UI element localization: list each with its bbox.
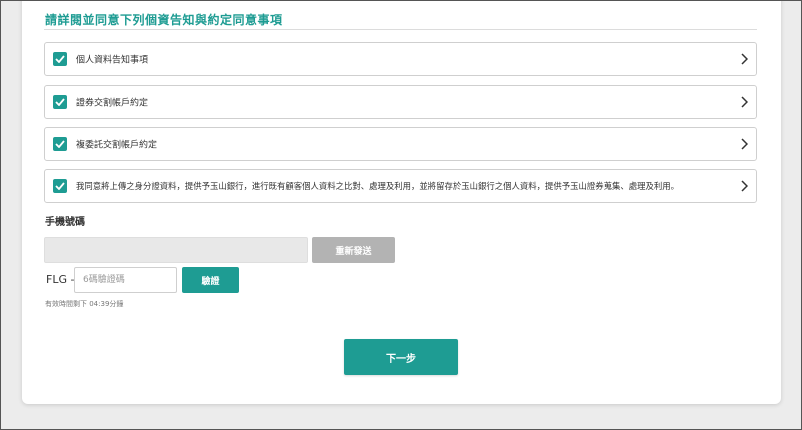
chevron-right-icon	[741, 138, 748, 150]
agreement-label: 我同意將上傳之身分證資料，提供予玉山銀行，進行既有顧客個人資料之比對、處理及利用…	[76, 181, 679, 191]
agreement-card: 請詳閱並同意下列個資告知與約定同意事項 個人資料告知事項 證券交割帳戶約定 複委…	[22, 0, 781, 404]
section-title: 請詳閱並同意下列個資告知與約定同意事項	[45, 13, 283, 27]
next-button[interactable]: 下一步	[344, 339, 458, 375]
checkbox-checked-icon[interactable]	[53, 137, 67, 151]
section-divider	[44, 29, 757, 30]
otp-countdown: 有效時間剩下 04:39分鐘	[45, 300, 124, 308]
resend-button[interactable]: 重新發送	[312, 237, 395, 263]
agreement-item-sub-brokerage-account[interactable]: 複委託交割帳戶約定	[44, 127, 757, 161]
agreement-label: 個人資料告知事項	[76, 55, 149, 66]
chevron-right-icon	[741, 53, 748, 65]
otp-input[interactable]	[74, 267, 177, 293]
chevron-right-icon	[741, 180, 748, 192]
phone-input[interactable]	[44, 237, 308, 263]
phone-label: 手機號碼	[45, 217, 85, 228]
verify-button[interactable]: 驗證	[182, 267, 239, 293]
checkbox-checked-icon[interactable]	[53, 52, 67, 66]
checkbox-checked-icon[interactable]	[53, 95, 67, 109]
agreement-item-personal-data[interactable]: 個人資料告知事項	[44, 42, 757, 76]
chevron-right-icon	[741, 96, 748, 108]
agreement-item-data-sharing-consent[interactable]: 我同意將上傳之身分證資料，提供予玉山銀行，進行既有顧客個人資料之比對、處理及利用…	[44, 169, 757, 203]
otp-prefix: FLG -	[46, 273, 75, 286]
checkbox-checked-icon[interactable]	[53, 179, 67, 193]
agreement-label: 複委託交割帳戶約定	[76, 140, 158, 151]
agreement-label: 證券交割帳戶約定	[76, 98, 149, 109]
agreement-item-settlement-account[interactable]: 證券交割帳戶約定	[44, 85, 757, 119]
